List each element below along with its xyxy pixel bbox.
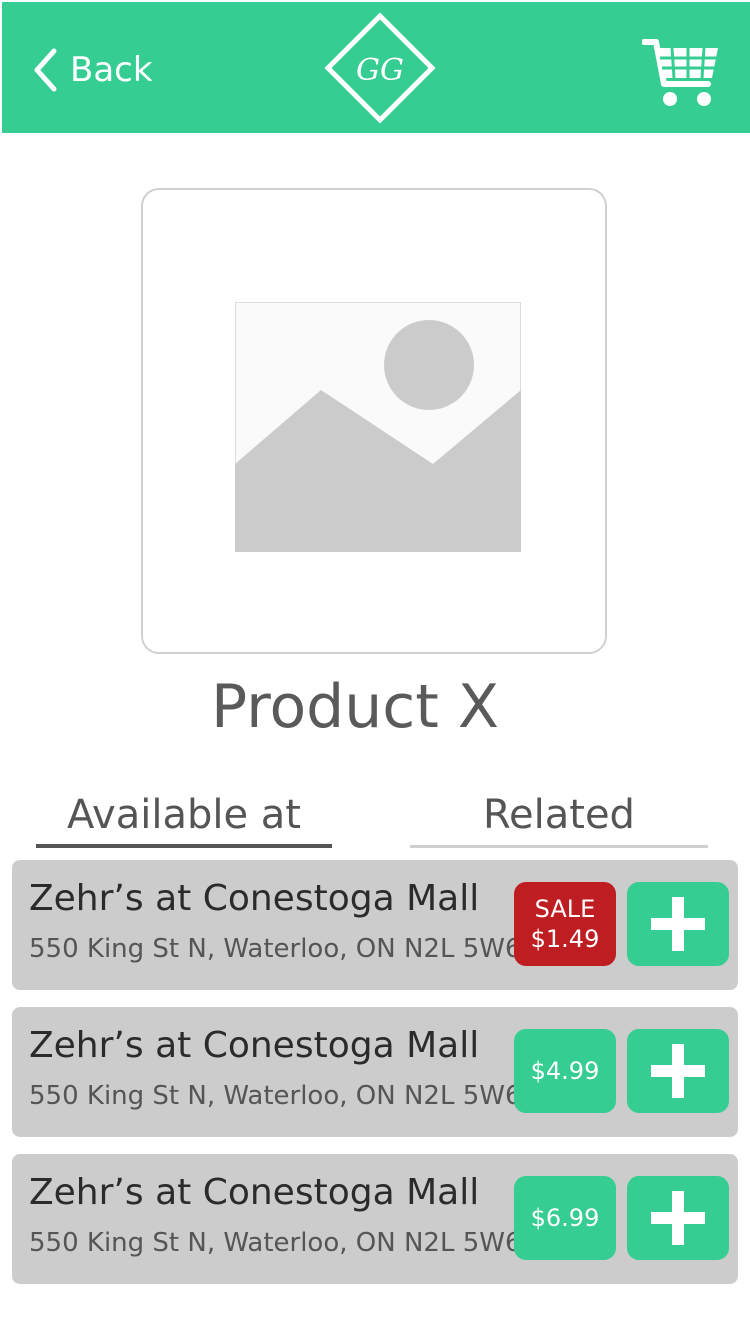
tab-label: Available at: [67, 792, 301, 838]
price: $1.49: [530, 925, 600, 953]
store-list-item[interactable]: Zehr’s at Conestoga Mall 550 King St N, …: [12, 860, 738, 990]
add-to-cart-button[interactable]: [627, 882, 729, 966]
tab-label: Related: [483, 792, 635, 838]
plus-icon: [651, 1191, 705, 1245]
price-badge: $6.99: [514, 1176, 616, 1260]
plus-icon: [651, 897, 705, 951]
store-name: Zehr’s at Conestoga Mall: [29, 878, 480, 919]
store-address: 550 King St N, Waterloo, ON N2L 5W6: [29, 1081, 522, 1111]
store-name: Zehr’s at Conestoga Mall: [29, 1172, 480, 1213]
store-list-item[interactable]: Zehr’s at Conestoga Mall 550 King St N, …: [12, 1007, 738, 1137]
shopping-cart-icon[interactable]: [642, 34, 720, 110]
sale-price-badge: SALE $1.49: [514, 882, 616, 966]
chevron-left-icon: [34, 48, 57, 92]
price-badge: $4.99: [514, 1029, 616, 1113]
store-address: 550 King St N, Waterloo, ON N2L 5W6: [29, 934, 522, 964]
image-placeholder-icon: [235, 302, 521, 552]
tab-underline: [410, 845, 708, 848]
logo-text: GG: [356, 53, 404, 88]
price: $6.99: [530, 1204, 600, 1232]
back-button[interactable]: Back: [32, 42, 153, 98]
tab-available-at[interactable]: Available at: [36, 792, 332, 848]
price: $4.99: [530, 1057, 600, 1085]
plus-icon: [651, 1044, 705, 1098]
sale-label: SALE: [534, 895, 596, 923]
active-tab-indicator: [36, 844, 332, 848]
product-image-frame: [141, 188, 607, 654]
store-address: 550 King St N, Waterloo, ON N2L 5W6: [29, 1228, 522, 1258]
store-name: Zehr’s at Conestoga Mall: [29, 1025, 480, 1066]
back-label: Back: [70, 50, 153, 90]
top-bar: Back GG: [2, 2, 750, 133]
tab-related[interactable]: Related: [410, 792, 708, 848]
add-to-cart-button[interactable]: [627, 1029, 729, 1113]
store-list-item[interactable]: Zehr’s at Conestoga Mall 550 King St N, …: [12, 1154, 738, 1284]
product-title: Product X: [211, 672, 499, 742]
add-to-cart-button[interactable]: [627, 1176, 729, 1260]
app-logo: GG: [324, 12, 436, 124]
